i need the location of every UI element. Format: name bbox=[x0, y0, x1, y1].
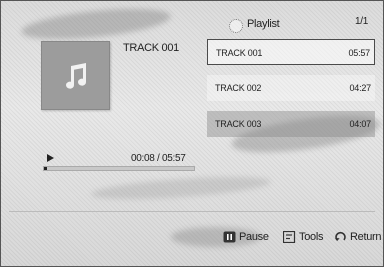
divider bbox=[9, 211, 375, 212]
play-icon bbox=[47, 154, 54, 162]
playlist-icon bbox=[229, 19, 243, 33]
tools-icon bbox=[283, 231, 296, 243]
track-duration: 05:57 bbox=[348, 48, 370, 58]
track-name: TRACK 003 bbox=[215, 119, 262, 129]
tools-label: Tools bbox=[299, 231, 324, 243]
list-item[interactable]: TRACK 003 04:07 bbox=[207, 111, 375, 137]
music-note-icon bbox=[65, 62, 86, 89]
tools-button[interactable]: Tools bbox=[283, 229, 323, 245]
pause-key-icon bbox=[223, 231, 236, 243]
pause-button[interactable]: Pause bbox=[223, 229, 269, 245]
progress-fill bbox=[44, 167, 48, 170]
track-name: TRACK 002 bbox=[215, 83, 262, 93]
pause-label: Pause bbox=[239, 231, 269, 243]
now-playing-title: TRACK 001 bbox=[123, 42, 179, 54]
background-smudge bbox=[90, 172, 272, 204]
playback-time: 00:08 / 05:57 bbox=[131, 153, 186, 164]
track-list: TRACK 001 05:57 TRACK 002 04:27 TRACK 00… bbox=[207, 39, 375, 147]
playlist-screen: Playlist 1/1 TRACK 001 TRACK 001 05:57 T… bbox=[0, 0, 384, 267]
page-title: Playlist bbox=[247, 18, 280, 30]
return-button[interactable]: Return bbox=[334, 229, 382, 245]
return-icon bbox=[335, 231, 346, 241]
track-duration: 04:27 bbox=[349, 83, 371, 93]
album-art bbox=[41, 41, 110, 110]
page-number: 1/1 bbox=[355, 16, 369, 27]
track-duration: 04:07 bbox=[349, 119, 371, 129]
list-item[interactable]: TRACK 001 05:57 bbox=[207, 39, 375, 65]
list-item[interactable]: TRACK 002 04:27 bbox=[207, 75, 375, 101]
progress-bar[interactable] bbox=[43, 166, 195, 171]
return-label: Return bbox=[350, 231, 382, 243]
track-name: TRACK 001 bbox=[216, 48, 263, 58]
background-smudge bbox=[20, 3, 172, 45]
